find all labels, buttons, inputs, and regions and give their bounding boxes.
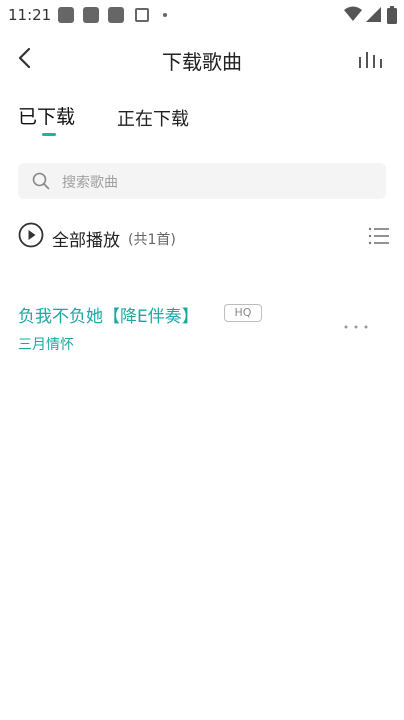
play-all-button[interactable]: 全部播放 — [52, 226, 120, 251]
tab-bar: 已下载 正在下载 — [0, 100, 404, 140]
page-title: 下载歌曲 — [162, 50, 242, 74]
search-input[interactable]: 搜索歌曲 — [18, 163, 386, 199]
notification-app-icon — [108, 7, 124, 23]
status-time: 11:21 — [8, 6, 52, 24]
more-options-icon[interactable] — [340, 318, 372, 336]
play-circle-icon[interactable] — [18, 222, 44, 248]
list-manage-icon[interactable] — [368, 226, 390, 246]
battery-icon — [387, 6, 397, 24]
play-all-row: 全部播放 (共1首) — [0, 220, 404, 254]
search-icon — [32, 172, 50, 190]
active-tab-indicator — [42, 133, 56, 136]
song-list-item[interactable]: 负我不负她【降E伴奏】 HQ 三月情怀 — [0, 296, 404, 360]
top-bar: 下载歌曲 — [0, 36, 404, 80]
signal-icon — [366, 7, 381, 22]
status-bar: 11:21 — [0, 0, 404, 30]
notification-app-icon — [58, 7, 74, 23]
notification-app-a-icon — [135, 8, 149, 22]
quality-badge: HQ — [224, 304, 262, 322]
equalizer-bars-icon[interactable] — [356, 48, 386, 70]
song-title: 负我不负她【降E伴奏】 — [18, 307, 199, 327]
wifi-icon — [344, 6, 362, 21]
tab-downloading[interactable]: 正在下载 — [117, 105, 189, 131]
song-count: (共1首) — [128, 232, 176, 248]
notification-app-icon — [83, 7, 99, 23]
notification-dot-icon — [163, 13, 167, 17]
tab-downloaded[interactable]: 已下载 — [18, 102, 75, 129]
search-placeholder: 搜索歌曲 — [62, 175, 118, 191]
song-artist: 三月情怀 — [18, 337, 74, 353]
